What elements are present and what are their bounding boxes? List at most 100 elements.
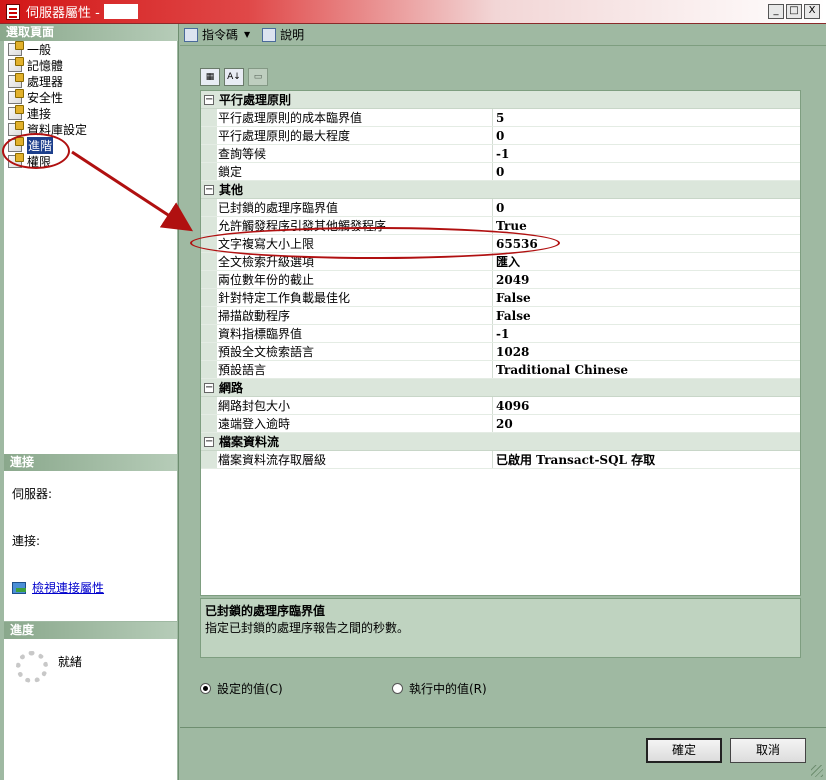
categorized-button[interactable]: ▦ <box>200 68 220 86</box>
property-row[interactable]: 預設語言 Traditional Chinese <box>201 361 800 379</box>
category-row[interactable]: − 檔案資料流 <box>201 433 800 451</box>
property-value[interactable]: 0 <box>493 199 800 216</box>
property-gutter <box>201 415 217 432</box>
property-grid[interactable]: − 平行處理原則 平行處理原則的成本臨界值 5 平行處理原則的最大程度 0 查詢等候 -1 鎖定… <box>200 90 801 596</box>
connection-panel: 伺服器: 連接: 檢視連接屬性 <box>4 471 177 621</box>
page-icon <box>8 56 24 72</box>
category-name: 平行處理原則 <box>219 93 292 107</box>
page-item-4[interactable]: 連接 <box>4 104 177 121</box>
help-button[interactable]: 說明 <box>262 26 304 43</box>
property-value[interactable]: 2049 <box>493 271 800 288</box>
running-values-label: 執行中的值(R) <box>409 682 487 696</box>
annotation-ellipse-advanced <box>2 133 70 169</box>
pages-list: 一般 記憶體 處理器 安全性 連接 資料庫設定 進階 權限 <box>4 40 177 454</box>
property-name: 已封鎖的處理序臨界值 <box>217 199 493 216</box>
property-row[interactable]: 鎖定 0 <box>201 163 800 181</box>
page-item-1[interactable]: 記憶體 <box>4 56 177 73</box>
property-row[interactable]: 網路封包大小 4096 <box>201 397 800 415</box>
property-pages-button[interactable]: ▭ <box>248 68 268 86</box>
property-value[interactable]: -1 <box>493 145 800 162</box>
property-name: 針對特定工作負載最佳化 <box>217 289 493 306</box>
property-row[interactable]: 平行處理原則的成本臨界值 5 <box>201 109 800 127</box>
close-button[interactable]: X <box>804 4 820 19</box>
collapse-icon[interactable]: − <box>204 382 214 393</box>
page-item-2[interactable]: 處理器 <box>4 72 177 89</box>
property-row[interactable]: 平行處理原則的最大程度 0 <box>201 127 800 145</box>
progress-panel: 就緒 <box>4 639 177 780</box>
running-values-radio[interactable] <box>392 683 403 694</box>
select-page-header: 選取頁面 <box>0 24 178 41</box>
property-value[interactable]: Traditional Chinese <box>493 361 800 378</box>
property-gutter <box>201 451 217 468</box>
page-item-label: 連接 <box>27 106 52 121</box>
property-name: 平行處理原則的最大程度 <box>217 127 493 144</box>
category-row[interactable]: − 網路 <box>201 379 800 397</box>
property-row[interactable]: 預設全文檢索語言 1028 <box>201 343 800 361</box>
property-name: 預設語言 <box>217 361 493 378</box>
ok-button[interactable]: 確定 <box>646 738 722 763</box>
cancel-button[interactable]: 取消 <box>730 738 806 763</box>
collapse-icon[interactable]: − <box>204 436 214 447</box>
property-row[interactable]: 兩位數年份的截止 2049 <box>201 271 800 289</box>
resize-grip-icon[interactable] <box>811 765 823 777</box>
help-icon <box>262 27 277 42</box>
property-value[interactable]: 0 <box>493 163 800 180</box>
property-value[interactable]: 1028 <box>493 343 800 360</box>
progress-status: 就緒 <box>57 655 82 669</box>
page-item-3[interactable]: 安全性 <box>4 88 177 105</box>
alphabetical-button[interactable]: A↓ <box>224 68 244 86</box>
property-row[interactable]: 已封鎖的處理序臨界值 0 <box>201 199 800 217</box>
title-bar: 伺服器屬性 - _ □ X <box>0 0 826 24</box>
property-value[interactable]: 4096 <box>493 397 800 414</box>
property-value[interactable]: False <box>493 289 800 306</box>
collapse-icon[interactable]: − <box>204 94 214 105</box>
progress-header: 進度 <box>4 622 177 639</box>
category-row[interactable]: − 其他 <box>201 181 800 199</box>
dialog-toolbar: 指令碼 ▼ 說明 <box>180 24 826 46</box>
collapse-icon[interactable]: − <box>204 184 214 195</box>
property-gutter <box>201 289 217 306</box>
property-gutter <box>201 253 217 270</box>
property-gutter <box>201 271 217 288</box>
property-value[interactable]: 20 <box>493 415 800 432</box>
configured-values-label: 設定的值(C) <box>217 682 283 696</box>
property-gutter <box>201 343 217 360</box>
property-value[interactable]: 0 <box>493 127 800 144</box>
property-grid-toolbar: ▦ A↓ ▭ <box>200 66 290 88</box>
property-gutter <box>201 325 217 342</box>
property-value[interactable]: 已啟用 Transact-SQL 存取 <box>493 451 800 468</box>
property-gutter <box>201 109 217 126</box>
category-name: 其他 <box>219 183 244 197</box>
page-item-label: 一般 <box>27 42 52 57</box>
property-value[interactable]: 匯入 <box>493 253 800 270</box>
page-icon <box>8 40 24 56</box>
configured-values-option[interactable]: 設定的值(C) <box>200 680 283 697</box>
property-row[interactable]: 查詢等候 -1 <box>201 145 800 163</box>
property-gutter <box>201 361 217 378</box>
description-panel: 已封鎖的處理序臨界值 指定已封鎖的處理序報告之間的秒數。 <box>200 598 801 658</box>
category-row[interactable]: − 平行處理原則 <box>201 91 800 109</box>
property-gutter <box>201 307 217 324</box>
page-item-0[interactable]: 一般 <box>4 40 177 57</box>
property-row[interactable]: 掃描啟動程序 False <box>201 307 800 325</box>
script-button[interactable]: 指令碼 ▼ <box>184 26 250 43</box>
view-connection-properties-link[interactable]: 檢視連接屬性 <box>32 579 104 596</box>
running-values-option[interactable]: 執行中的值(R) <box>392 680 487 697</box>
maximize-button[interactable]: □ <box>786 4 802 19</box>
property-row[interactable]: 資料指標臨界值 -1 <box>201 325 800 343</box>
view-connection-properties[interactable]: 檢視連接屬性 <box>12 579 169 596</box>
property-gutter <box>201 217 217 234</box>
chevron-down-icon[interactable]: ▼ <box>244 30 250 39</box>
property-value[interactable]: True <box>493 217 800 234</box>
property-gutter <box>201 145 217 162</box>
property-value[interactable]: -1 <box>493 325 800 342</box>
property-row[interactable]: 遠端登入逾時 20 <box>201 415 800 433</box>
property-name: 掃描啟動程序 <box>217 307 493 324</box>
property-value[interactable]: 5 <box>493 109 800 126</box>
configured-values-radio[interactable] <box>200 683 211 694</box>
property-gutter <box>201 397 217 414</box>
property-value[interactable]: False <box>493 307 800 324</box>
property-row[interactable]: 針對特定工作負載最佳化 False <box>201 289 800 307</box>
minimize-button[interactable]: _ <box>768 4 784 19</box>
property-row[interactable]: 檔案資料流存取層級 已啟用 Transact-SQL 存取 <box>201 451 800 469</box>
